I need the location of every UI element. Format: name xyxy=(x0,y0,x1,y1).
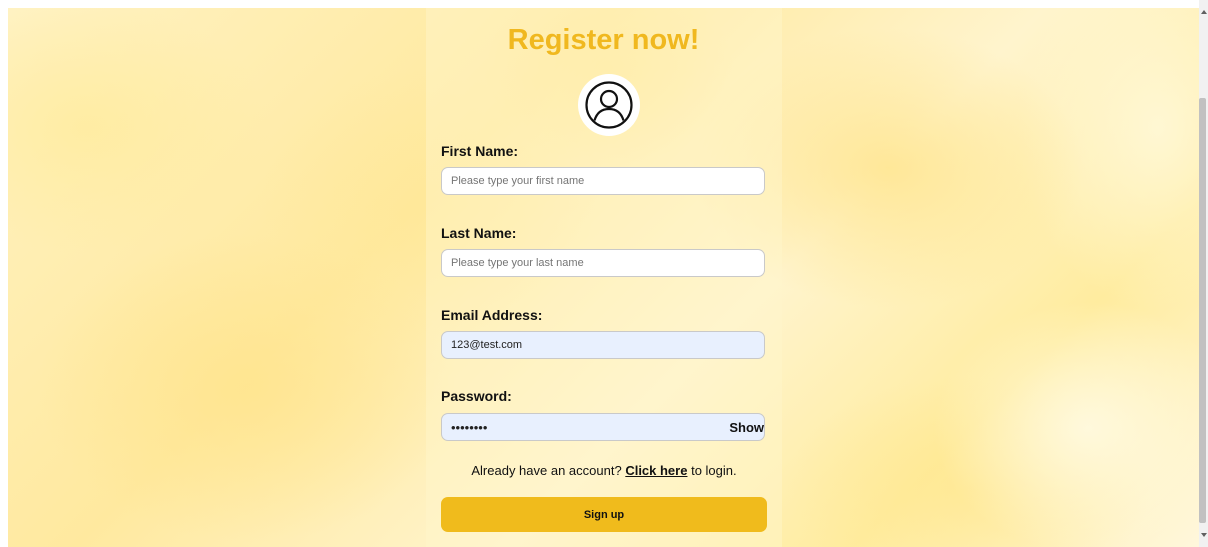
login-link[interactable]: Click here xyxy=(625,463,687,478)
login-prompt-after: to login. xyxy=(691,463,737,478)
password-label: Password: xyxy=(441,388,512,404)
login-prompt: Already have an account? Click here to l… xyxy=(426,463,782,478)
avatar xyxy=(578,74,640,136)
email-input[interactable] xyxy=(441,331,765,359)
user-circle-icon xyxy=(585,81,633,129)
first-name-input[interactable] xyxy=(441,167,765,195)
scrollbar-thumb[interactable] xyxy=(1199,98,1206,523)
scroll-up-arrow-icon[interactable] xyxy=(1201,10,1207,14)
page-title: Register now! xyxy=(507,24,700,56)
password-input[interactable] xyxy=(441,413,765,441)
page-viewport: Register now! First Name: Last Name: Ema… xyxy=(8,8,1199,547)
login-prompt-before: Already have an account? xyxy=(471,463,622,478)
scroll-down-arrow-icon[interactable] xyxy=(1201,533,1207,537)
show-password-button[interactable]: Show xyxy=(720,417,764,437)
sign-up-button[interactable]: Sign up xyxy=(441,497,767,532)
last-name-input[interactable] xyxy=(441,249,765,277)
email-label: Email Address: xyxy=(441,307,543,323)
vertical-scrollbar[interactable] xyxy=(1199,0,1208,547)
last-name-label: Last Name: xyxy=(441,225,517,241)
first-name-label: First Name: xyxy=(441,143,519,159)
